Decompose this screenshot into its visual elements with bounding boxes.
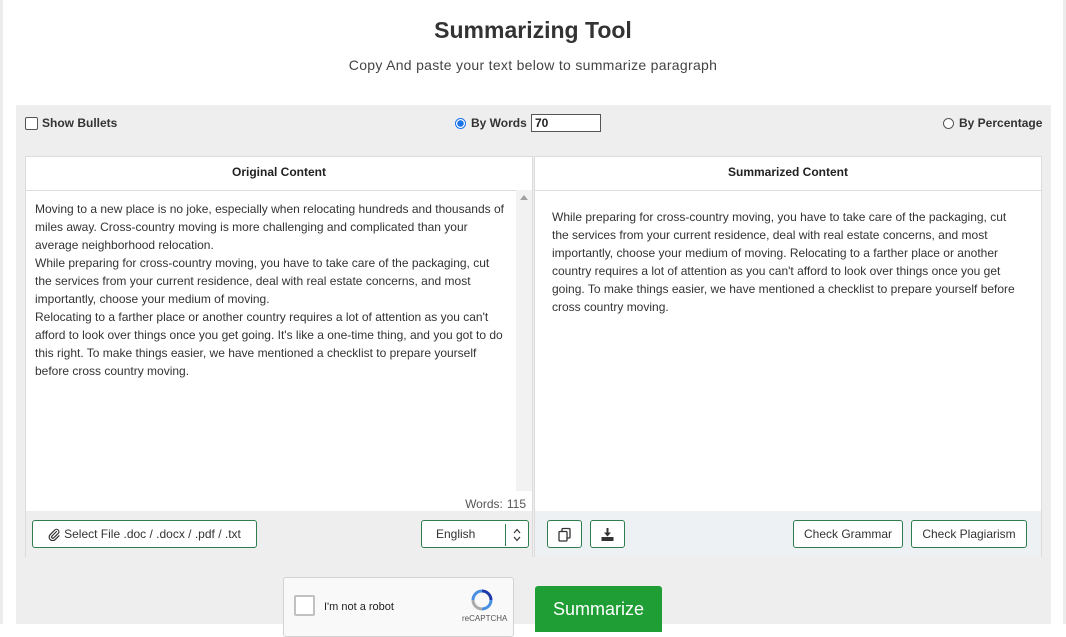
original-content-heading: Original Content: [26, 157, 532, 191]
page-title: Summarizing Tool: [434, 17, 632, 43]
by-percentage-radio[interactable]: [943, 117, 954, 129]
word-count-input[interactable]: 70: [531, 114, 601, 132]
recaptcha-logo-icon: [471, 589, 493, 611]
original-paragraph: While preparing for cross-country moving…: [35, 256, 490, 306]
word-count-value: 115: [506, 497, 526, 511]
download-button[interactable]: [590, 520, 625, 548]
show-bullets-option[interactable]: Show Bullets: [25, 116, 117, 130]
summarized-footer: Check Grammar Check Plagiarism: [535, 511, 1041, 557]
summarized-content-heading: Summarized Content: [535, 157, 1041, 191]
by-words-label: By Words: [471, 116, 527, 130]
by-words-option[interactable]: By Words: [455, 116, 527, 130]
word-count: Words: 115: [461, 497, 526, 511]
original-paragraph: Moving to a new place is no joke, especi…: [35, 202, 504, 252]
recaptcha-label: I'm not a robot: [324, 601, 394, 613]
page-left-border: [0, 0, 3, 624]
chevron-up-icon: [513, 528, 521, 534]
options-bar: Show Bullets By Words 70 By Percentage: [16, 105, 1051, 143]
show-bullets-checkbox[interactable]: [25, 116, 38, 130]
by-percentage-label: By Percentage: [959, 116, 1043, 130]
show-bullets-label: Show Bullets: [42, 116, 118, 130]
by-percentage-option[interactable]: By Percentage: [943, 116, 1042, 130]
language-select[interactable]: English: [421, 520, 529, 548]
original-footer: Select File .doc / .docx / .pdf / .txt E…: [26, 511, 532, 557]
recaptcha-checkbox[interactable]: [294, 595, 315, 616]
scroll-up-arrow-icon[interactable]: [520, 195, 528, 200]
language-stepper[interactable]: [505, 524, 528, 546]
summarized-text: While preparing for cross-country moving…: [552, 210, 1015, 314]
paperclip-icon: [48, 528, 60, 541]
original-paragraph: Relocating to a farther place or another…: [35, 310, 503, 378]
recaptcha-brand: reCAPTCHA: [462, 614, 508, 623]
download-icon: [601, 527, 614, 541]
original-scrollbar[interactable]: [516, 190, 532, 491]
chevron-down-icon: [513, 536, 521, 542]
word-count-label: Words:: [465, 497, 503, 511]
original-text-area[interactable]: Moving to a new place is no joke, especi…: [35, 200, 507, 380]
summarizer-panel: Show Bullets By Words 70 By Percentage O…: [16, 105, 1051, 637]
summarized-content-box: Summarized Content While preparing for c…: [534, 156, 1042, 557]
original-content-box: Original Content Moving to a new place i…: [25, 156, 533, 557]
by-words-radio[interactable]: [455, 117, 466, 129]
summarize-button[interactable]: Summarize: [535, 586, 662, 632]
page-subtitle: Copy And paste your text below to summar…: [348, 57, 718, 73]
select-file-label: Select File .doc / .docx / .pdf / .txt: [64, 527, 241, 541]
copy-button[interactable]: [547, 520, 582, 548]
recaptcha-widget: I'm not a robot reCAPTCHA: [283, 577, 514, 637]
check-plagiarism-button[interactable]: Check Plagiarism: [911, 520, 1027, 548]
language-select-value: English: [436, 527, 476, 541]
check-grammar-button[interactable]: Check Grammar: [793, 520, 903, 548]
copy-icon: [558, 527, 571, 542]
select-file-button[interactable]: Select File .doc / .docx / .pdf / .txt: [32, 520, 257, 548]
